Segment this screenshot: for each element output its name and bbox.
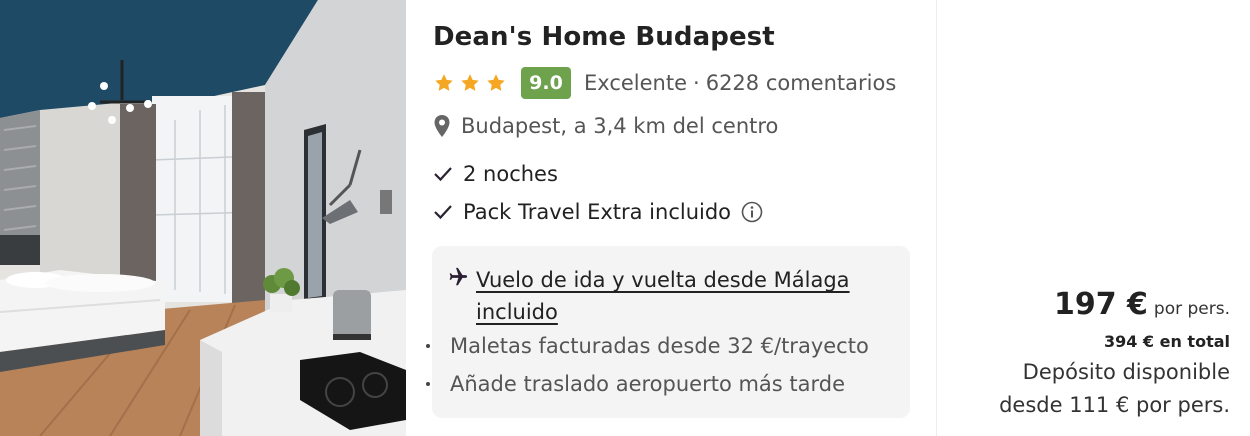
hotel-photo[interactable] (0, 0, 406, 436)
rating-label: Excelente (584, 71, 688, 95)
hotel-room-image (0, 0, 406, 436)
flight-link[interactable]: Vuelo de ida y vuelta desde Málaga inclu… (476, 264, 866, 328)
separator-dot: · (693, 71, 700, 95)
hotel-info: Dean's Home Budapest 9.0 Excelente · 6228 … (406, 0, 936, 436)
hotel-location: Budapest, a 3,4 km del centro (433, 114, 778, 138)
nights-label: 2 noches (463, 162, 558, 186)
flight-bullet-luggage: Maletas facturadas desde 32 €/trayecto (426, 334, 869, 358)
star-icon (461, 74, 479, 91)
deposit-line-2: desde 111 € por pers. (999, 393, 1230, 417)
info-icon[interactable] (741, 201, 763, 223)
flight-bullet-transfer: Añade traslado aeropuerto más tarde (426, 372, 845, 396)
price-total: 394 € en total (1103, 332, 1230, 351)
price-unit: por pers. (1153, 299, 1230, 319)
deposit-info: Depósito disponible desde 111 € por pers… (999, 356, 1230, 422)
hotel-result-card[interactable]: Dean's Home Budapest 9.0 Excelente · 6228 … (0, 0, 1250, 436)
check-icon (434, 205, 452, 220)
star-rating (433, 72, 507, 94)
review-count: 6228 comentarios (705, 71, 897, 95)
star-icon (487, 74, 505, 91)
check-icon (434, 167, 452, 182)
star-icon (435, 74, 453, 91)
price-amount: 197 € (1053, 287, 1148, 322)
score-badge: 9.0 (521, 67, 571, 99)
airplane-icon (449, 267, 468, 286)
bullet-dot (426, 344, 430, 348)
pack-label: Pack Travel Extra incluido (463, 200, 732, 224)
deposit-line-1: Depósito disponible (1022, 360, 1230, 384)
location-text: Budapest, a 3,4 km del centro (461, 114, 779, 138)
price-column: 197 € por pers. 394 € en total Depósito … (936, 0, 1250, 436)
hotel-name[interactable]: Dean's Home Budapest (433, 22, 775, 52)
luggage-text: Maletas facturadas desde 32 €/trayecto (450, 334, 869, 358)
feature-nights: 2 noches (433, 162, 558, 186)
rating-summary[interactable]: Excelente · 6228 comentarios (584, 71, 896, 95)
rating-row: 9.0 Excelente · 6228 comentarios (433, 66, 896, 100)
flight-included: Vuelo de ida y vuelta desde Málaga inclu… (446, 264, 866, 328)
transfer-text: Añade traslado aeropuerto más tarde (450, 372, 846, 396)
map-pin-icon (434, 115, 450, 137)
bullet-dot (426, 382, 430, 386)
price-per-person: 197 € por pers. (1054, 287, 1230, 322)
feature-pack: Pack Travel Extra incluido (433, 200, 773, 224)
